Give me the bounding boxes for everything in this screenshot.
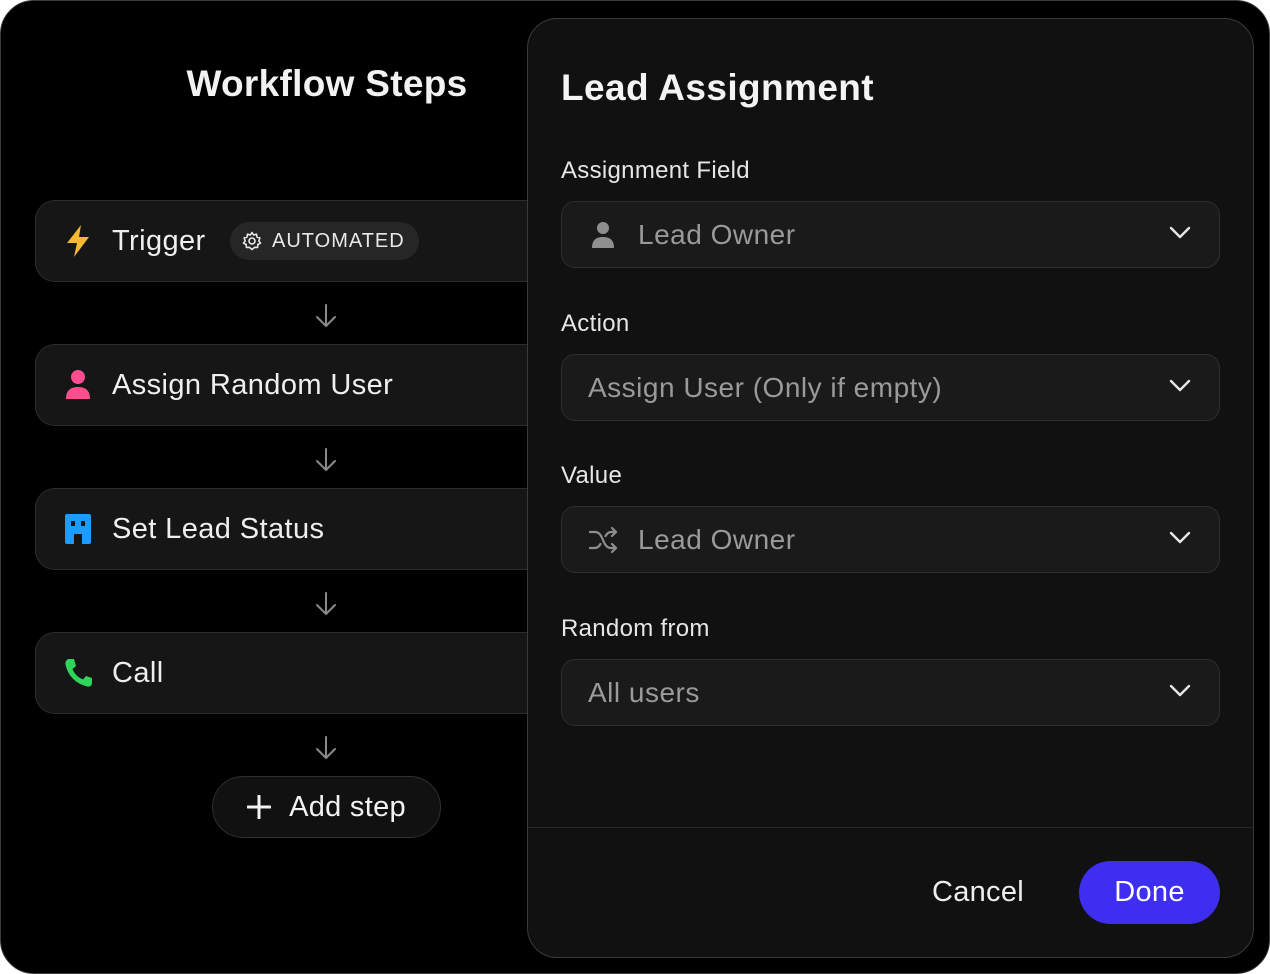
badge-label: AUTOMATED [272, 229, 405, 252]
app-window: Workflow Steps Trigger AUTOMATED Assign … [0, 0, 1270, 974]
phone-icon [65, 659, 92, 687]
plus-icon [247, 795, 272, 819]
step-trigger[interactable]: Trigger AUTOMATED [35, 200, 595, 282]
chevron-down-icon [1169, 379, 1191, 392]
step-label: Set Lead Status [112, 512, 325, 545]
select-value: Lead Owner [638, 219, 796, 250]
value-label: Value [561, 462, 623, 489]
chevron-down-icon [1169, 226, 1191, 239]
arrow-down-icon [316, 448, 336, 471]
arrow-down-icon [316, 304, 336, 327]
footer-divider [528, 827, 1253, 828]
building-icon [65, 514, 91, 544]
action-select[interactable]: Assign User (Only if empty) [561, 354, 1220, 421]
random-from-label: Random from [561, 615, 710, 642]
shuffle-icon [588, 526, 618, 554]
step-call[interactable]: Call [35, 632, 595, 714]
lead-assignment-panel: Lead Assignment Assignment Field Lead Ow… [527, 18, 1254, 958]
select-value: Assign User (Only if empty) [588, 372, 943, 403]
add-step-label: Add step [289, 790, 406, 823]
chevron-down-icon [1169, 684, 1191, 697]
user-icon [66, 370, 90, 399]
panel-title: Lead Assignment [561, 67, 875, 108]
chevron-down-icon [1169, 531, 1191, 544]
lightning-icon [67, 225, 89, 257]
arrow-down-icon [316, 592, 336, 615]
step-assign-random-user[interactable]: Assign Random User [35, 344, 595, 426]
step-label: Trigger [112, 224, 206, 257]
arrow-down-icon [316, 736, 336, 759]
select-value: All users [588, 677, 700, 708]
random-from-select[interactable]: All users [561, 659, 1220, 726]
select-value: Lead Owner [638, 524, 796, 555]
gear-icon [242, 231, 262, 251]
assignment-field-select[interactable]: Lead Owner [561, 201, 1220, 268]
user-icon [592, 222, 614, 248]
done-button[interactable]: Done [1079, 861, 1220, 924]
step-set-lead-status[interactable]: Set Lead Status [35, 488, 595, 570]
action-label: Action [561, 310, 630, 337]
value-select[interactable]: Lead Owner [561, 506, 1220, 573]
assignment-field-label: Assignment Field [561, 157, 750, 184]
automated-badge: AUTOMATED [230, 222, 419, 260]
cancel-button[interactable]: Cancel [918, 861, 1038, 923]
step-label: Call [112, 656, 164, 689]
step-label: Assign Random User [112, 368, 394, 401]
add-step-button[interactable]: Add step [212, 776, 441, 838]
